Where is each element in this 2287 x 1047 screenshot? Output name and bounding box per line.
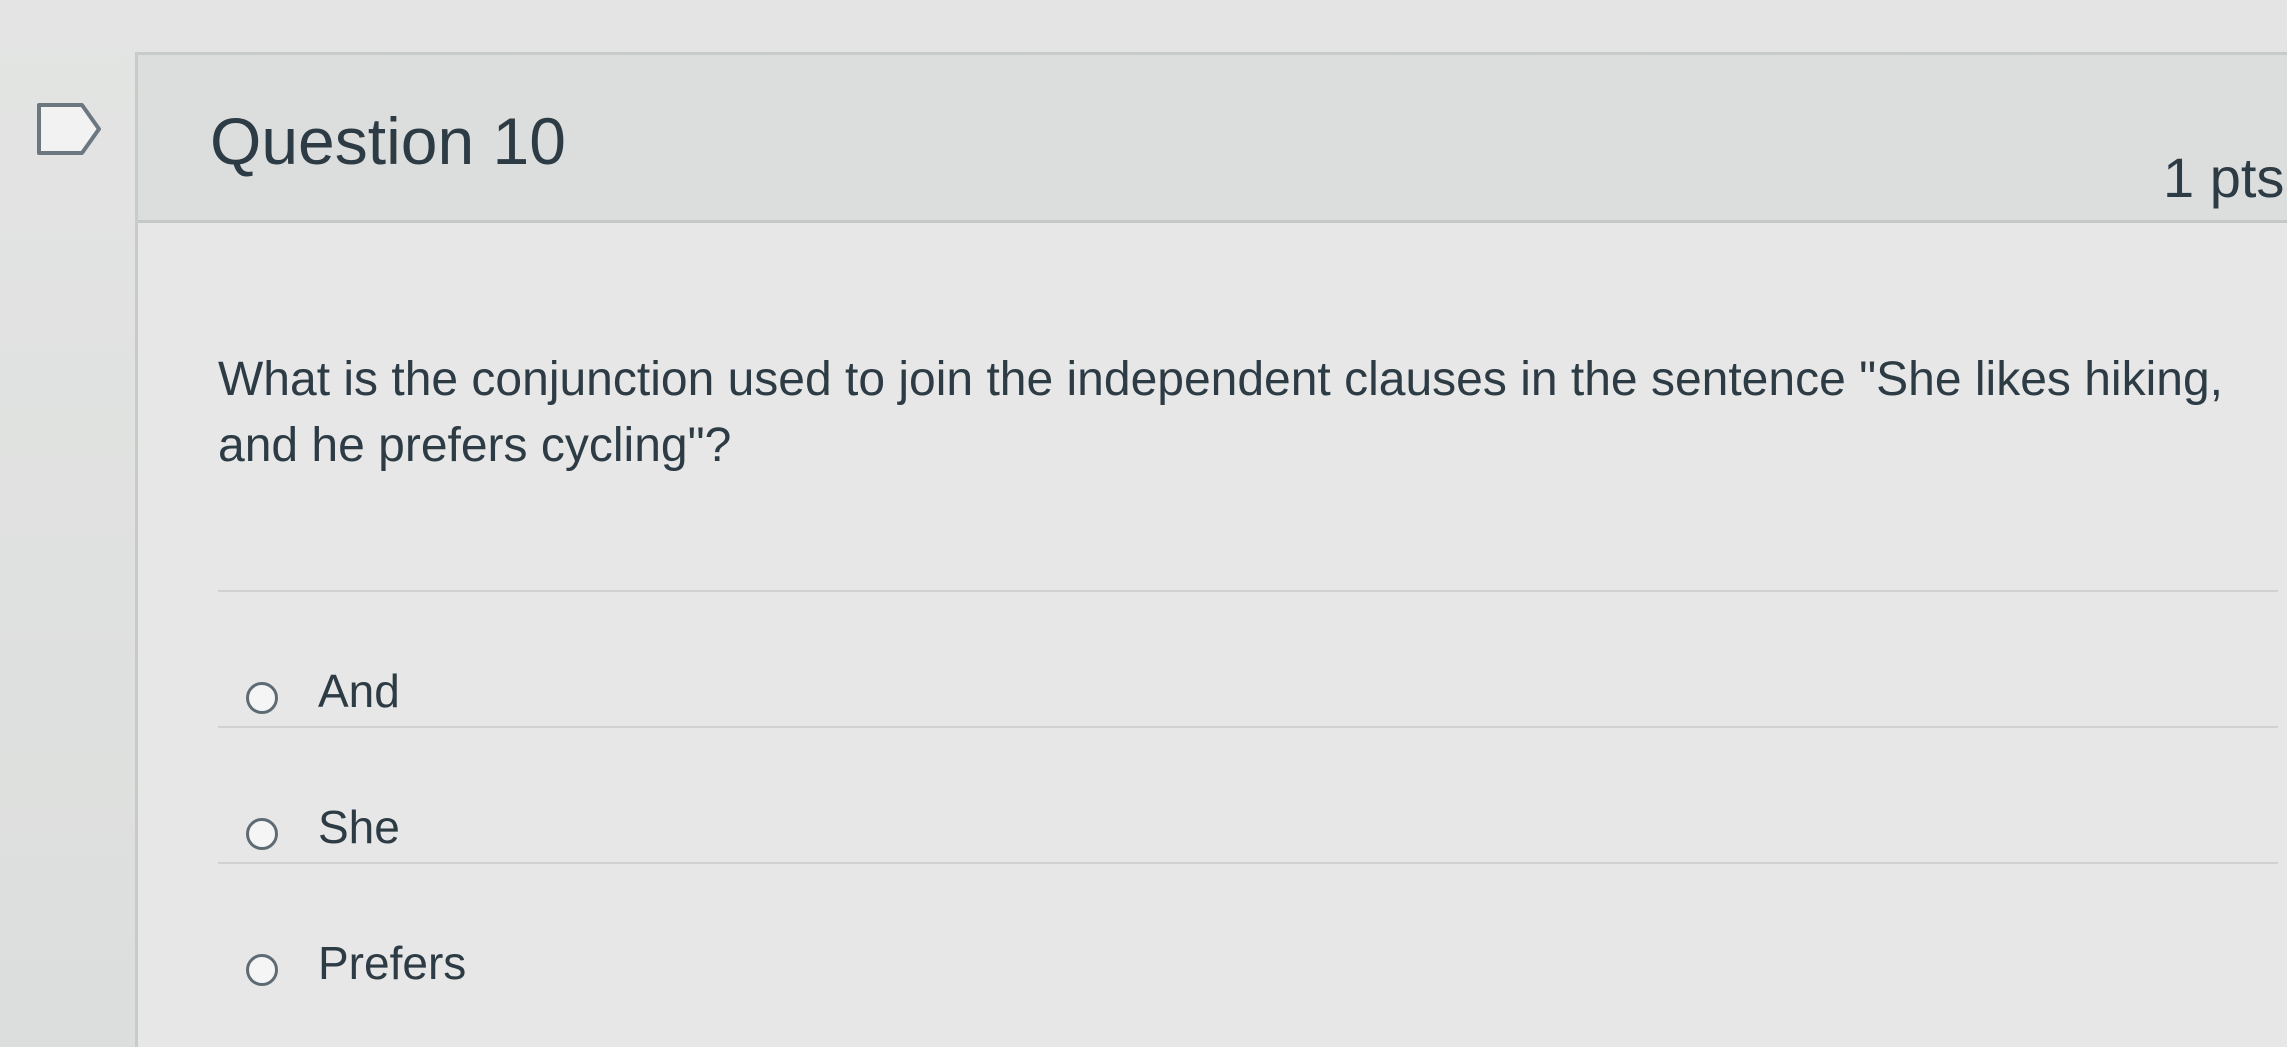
quiz-page: Question 10 1 pts What is the conjunctio… — [0, 0, 2287, 1047]
question-header: Question 10 1 pts — [138, 55, 2287, 223]
answer-option-and[interactable]: And — [218, 590, 2278, 726]
answer-label[interactable]: Prefers — [318, 936, 466, 990]
question-points: 1 pts — [2163, 146, 2285, 209]
answer-list: And She Prefers — [218, 590, 2278, 998]
flag-question-icon[interactable] — [34, 100, 104, 158]
radio-unchecked-icon[interactable] — [246, 818, 278, 850]
question-card: Question 10 1 pts What is the conjunctio… — [135, 52, 2287, 1047]
answer-option-prefers[interactable]: Prefers — [218, 862, 2278, 998]
radio-unchecked-icon[interactable] — [246, 682, 278, 714]
radio-unchecked-icon[interactable] — [246, 954, 278, 986]
answer-option-she[interactable]: She — [218, 726, 2278, 862]
question-title: Question 10 — [210, 104, 566, 178]
question-text: What is the conjunction used to join the… — [218, 353, 2223, 472]
answer-label[interactable]: And — [318, 664, 400, 718]
answer-label[interactable]: She — [318, 800, 400, 854]
